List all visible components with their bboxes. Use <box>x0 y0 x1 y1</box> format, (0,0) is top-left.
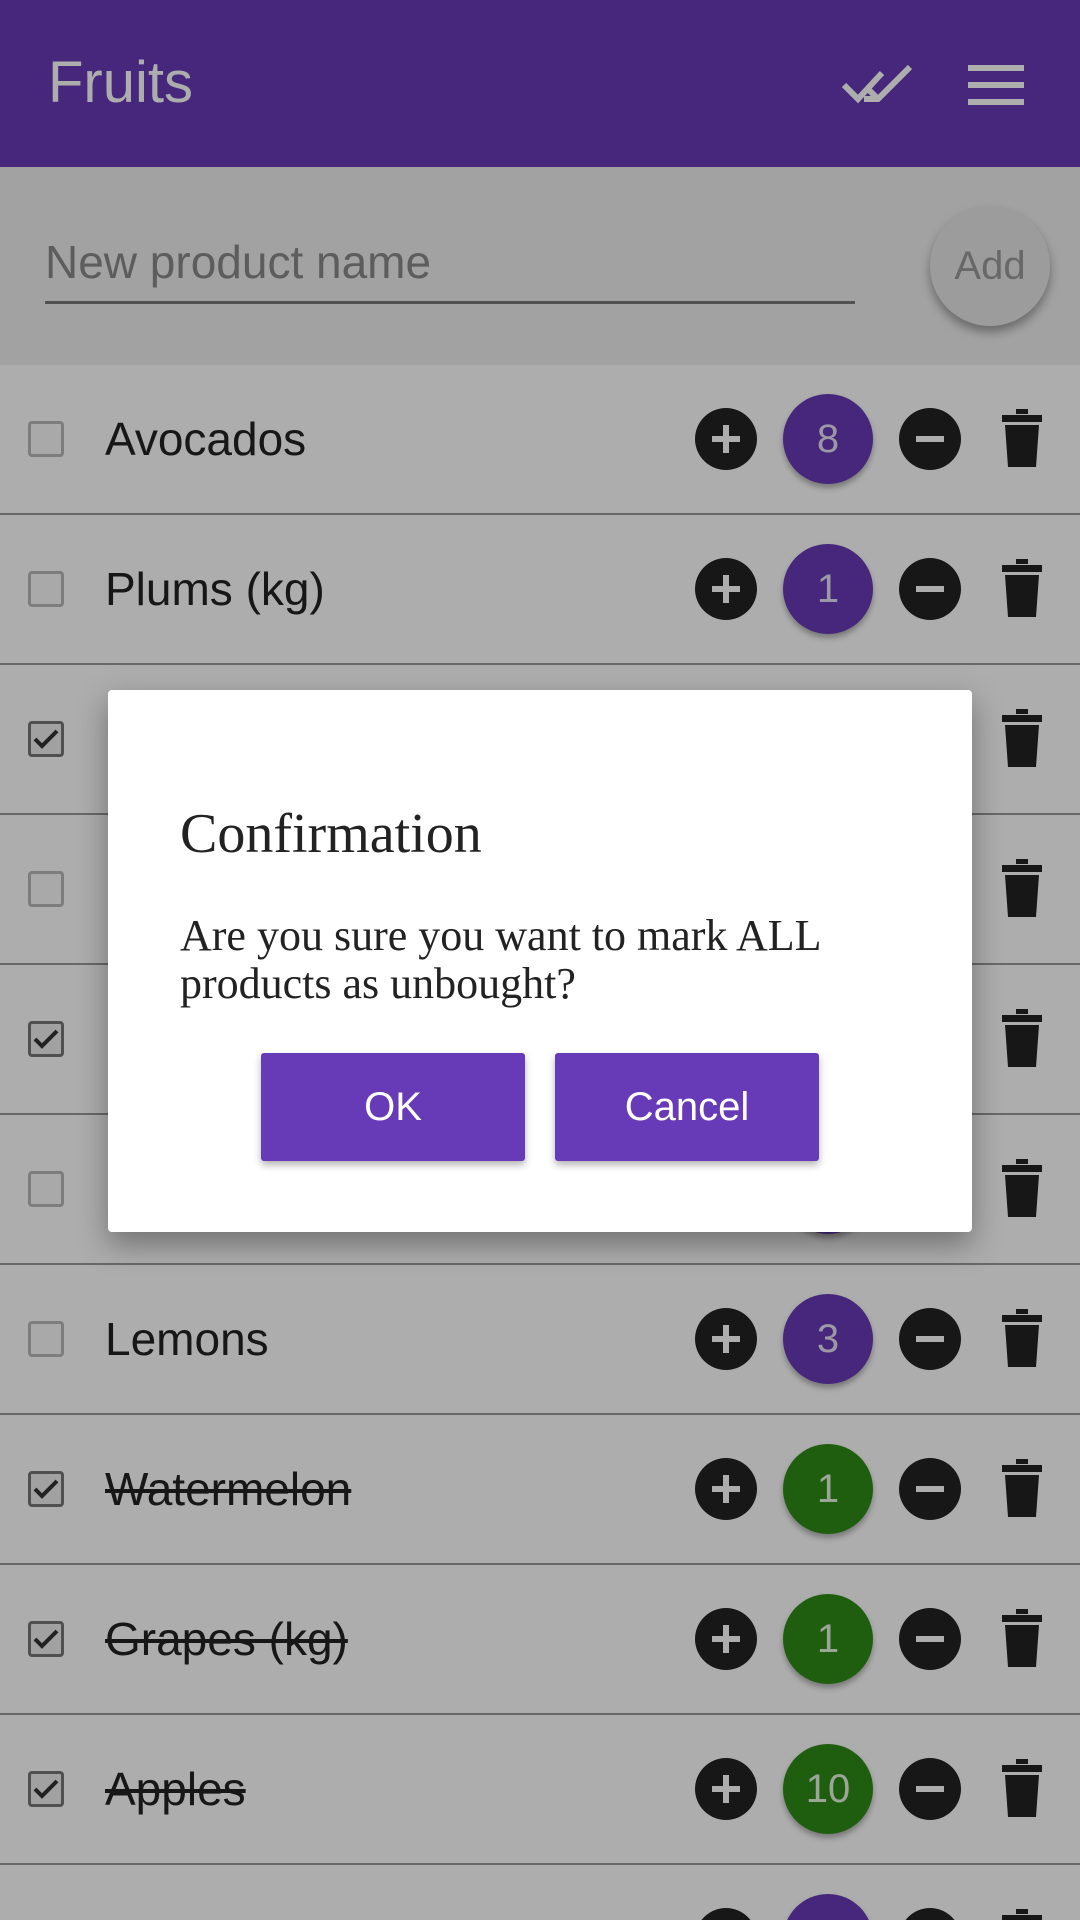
dialog-message: Are you sure you want to mark ALL produc… <box>180 911 820 1008</box>
confirmation-dialog: Confirmation Are you sure you want to ma… <box>108 690 972 1232</box>
ok-button[interactable]: OK <box>261 1053 525 1161</box>
dialog-title: Confirmation <box>180 803 482 865</box>
cancel-button[interactable]: Cancel <box>555 1053 819 1161</box>
